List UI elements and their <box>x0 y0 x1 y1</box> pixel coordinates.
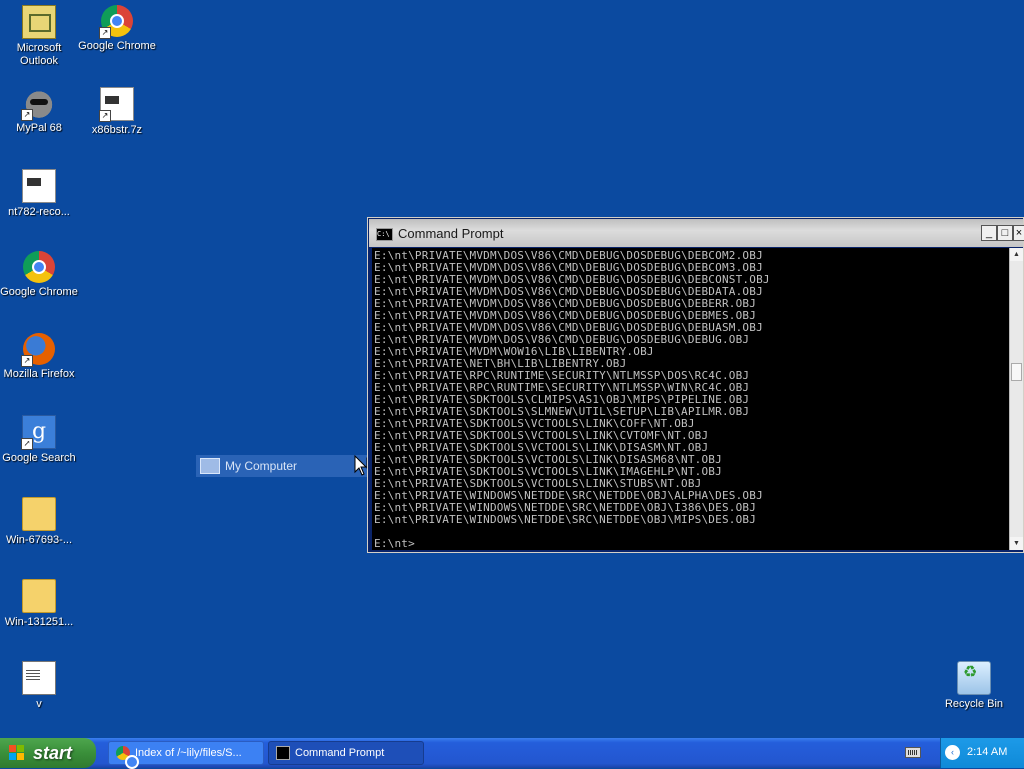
scrollbar-thumb[interactable] <box>1011 363 1022 381</box>
vertical-scrollbar[interactable]: ▲ ▼ <box>1009 248 1023 550</box>
drag-ghost-my-computer: My Computer <box>196 455 372 477</box>
desktop-icon-label: Google Search <box>2 452 76 464</box>
folder-icon <box>22 579 56 613</box>
console-output[interactable]: E:\nt\PRIVATE\MVDM\DOS\V86\CMD\DEBUG\DOS… <box>372 248 1012 550</box>
start-button[interactable]: start <box>0 738 96 768</box>
maximize-button[interactable]: □ <box>997 225 1013 241</box>
start-label: start <box>33 743 73 763</box>
command-prompt-line: E:\nt> <box>374 537 415 550</box>
desktop-icon-label: Mozilla Firefox <box>3 368 75 380</box>
drag-ghost-label: My Computer <box>225 459 298 473</box>
shortcut-arrow-icon: ↗ <box>21 438 33 450</box>
windows-logo-icon <box>9 745 25 761</box>
console-line: E:\nt\PRIVATE\WINDOWS\NETDDE\SRC\NETDDE\… <box>374 513 757 526</box>
desktop-icon-label: Google Chrome <box>78 40 156 52</box>
cmd-icon: C:\ <box>376 228 393 241</box>
desktop-icon-label: v <box>36 698 42 710</box>
cmd-icon <box>276 746 290 760</box>
chrome-icon <box>23 251 55 283</box>
desktop-icon-label: Microsoft Outlook <box>16 42 62 67</box>
scroll-up-icon[interactable]: ▲ <box>1010 248 1023 261</box>
desktop-icon-label: Recycle Bin <box>944 698 1004 710</box>
taskbar-button-command-prompt[interactable]: Command Prompt <box>268 741 424 765</box>
desktop-icon-recycle-bin[interactable]: Recycle Bin <box>935 661 1013 711</box>
close-button[interactable]: × <box>1013 225 1024 241</box>
file-icon <box>22 169 56 203</box>
folder-icon <box>22 497 56 531</box>
my-computer-icon <box>200 458 220 474</box>
desktop-icon-chrome-1[interactable]: ↗ Google Chrome <box>78 5 156 53</box>
shortcut-arrow-icon: ↗ <box>99 27 111 39</box>
google-search-icon: g ↗ <box>21 415 56 450</box>
keyboard-language-icon[interactable] <box>905 747 921 758</box>
shortcut-arrow-icon: ↗ <box>21 109 33 121</box>
desktop-icon-label: nt782-reco... <box>8 206 70 218</box>
outlook-icon <box>22 5 56 39</box>
taskbar-button-chrome[interactable]: Index of /~lily/files/S... <box>108 741 264 769</box>
recycle-bin-icon <box>957 661 991 695</box>
desktop-icon-outlook[interactable]: Microsoft Outlook <box>0 5 78 68</box>
desktop-icon-mypal[interactable]: ↗ MyPal 68 <box>0 87 78 135</box>
desktop-icon-v[interactable]: v <box>0 661 78 711</box>
firefox-icon: ↗ <box>21 333 55 367</box>
desktop-icon-label: Win-67693-... <box>5 534 73 546</box>
text-file-icon <box>22 661 56 695</box>
shortcut-arrow-icon: ↗ <box>21 355 33 367</box>
desktop-icon-google-search[interactable]: g ↗ Google Search <box>0 415 78 465</box>
desktop-icon-firefox[interactable]: ↗ Mozilla Firefox <box>0 333 78 381</box>
chrome-icon: ↗ <box>99 5 133 39</box>
window-titlebar[interactable]: C:\ Command Prompt _ □ × <box>369 219 1024 247</box>
scroll-down-icon[interactable]: ▼ <box>1010 537 1023 550</box>
clock[interactable]: 2:14 AM <box>967 746 1007 758</box>
command-prompt-window[interactable]: C:\ Command Prompt _ □ × E:\nt\PRIVATE\M… <box>367 217 1024 553</box>
show-hidden-icons-button[interactable]: ‹ <box>945 745 960 760</box>
taskbar: start Index of /~lily/files/S... Command… <box>0 738 1024 769</box>
desktop-icon-nt782[interactable]: nt782-reco... <box>0 169 78 219</box>
desktop-icon-x86bstr[interactable]: ↗ x86bstr.7z <box>78 87 156 137</box>
window-title: Command Prompt <box>398 226 504 241</box>
desktop-icon-label: MyPal 68 <box>16 122 62 134</box>
desktop-icon-label: Google Chrome <box>0 286 78 298</box>
system-tray: ‹ 2:14 AM <box>940 738 1024 768</box>
archive-file-icon: ↗ <box>99 87 134 122</box>
taskbar-button-label: Index of /~lily/files/S... <box>135 747 242 759</box>
desktop-icon-label: Win-131251... <box>4 616 74 628</box>
taskbar-button-label: Command Prompt <box>295 747 385 759</box>
desktop-icon-chrome-2[interactable]: Google Chrome <box>0 251 78 299</box>
shortcut-arrow-icon: ↗ <box>99 110 111 122</box>
minimize-button[interactable]: _ <box>981 225 997 241</box>
desktop-icon-folder-win67693[interactable]: Win-67693-... <box>0 497 78 547</box>
desktop-icon-label: x86bstr.7z <box>91 124 143 136</box>
desktop-icon-folder-win131251[interactable]: Win-131251... <box>0 579 78 629</box>
mypal-icon: ↗ <box>21 87 55 121</box>
chrome-icon <box>116 746 139 769</box>
